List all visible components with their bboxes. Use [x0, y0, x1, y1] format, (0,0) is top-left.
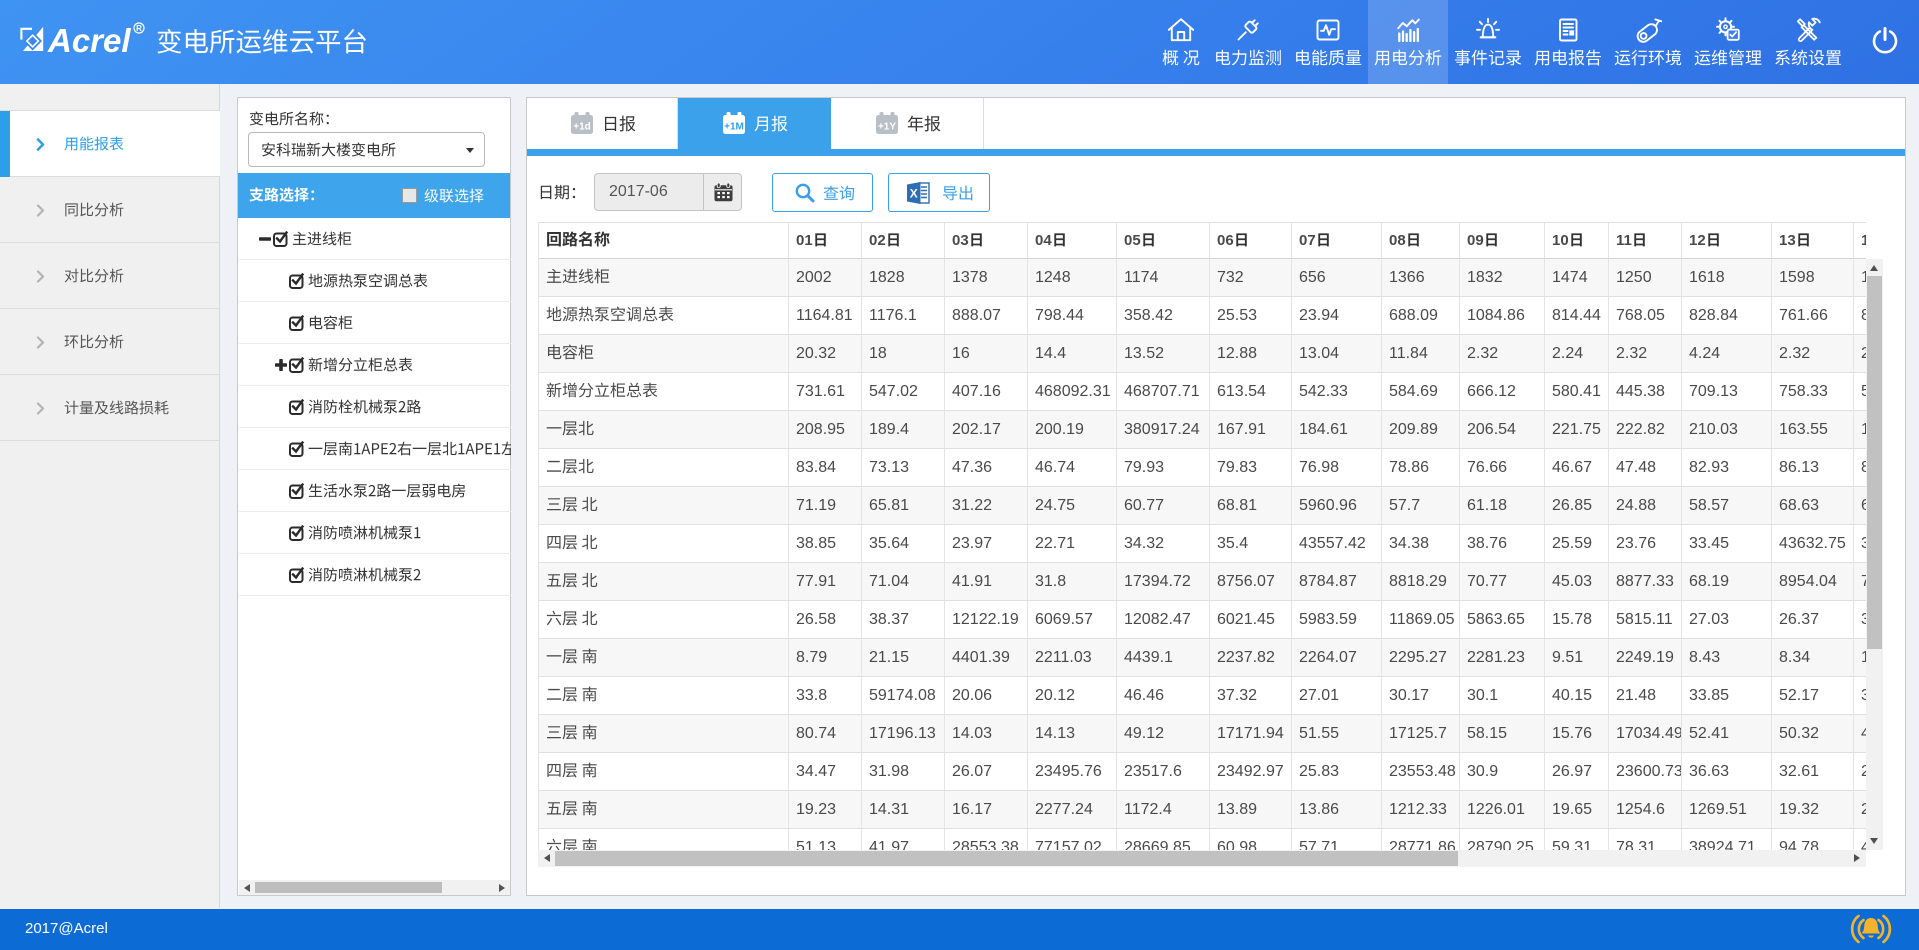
svg-text:R: R: [136, 24, 142, 33]
svg-text:X: X: [910, 187, 918, 201]
svg-text:+1d: +1d: [573, 122, 591, 133]
svg-text:+1Y: +1Y: [877, 122, 895, 133]
svg-text:+1M: +1M: [724, 122, 744, 133]
